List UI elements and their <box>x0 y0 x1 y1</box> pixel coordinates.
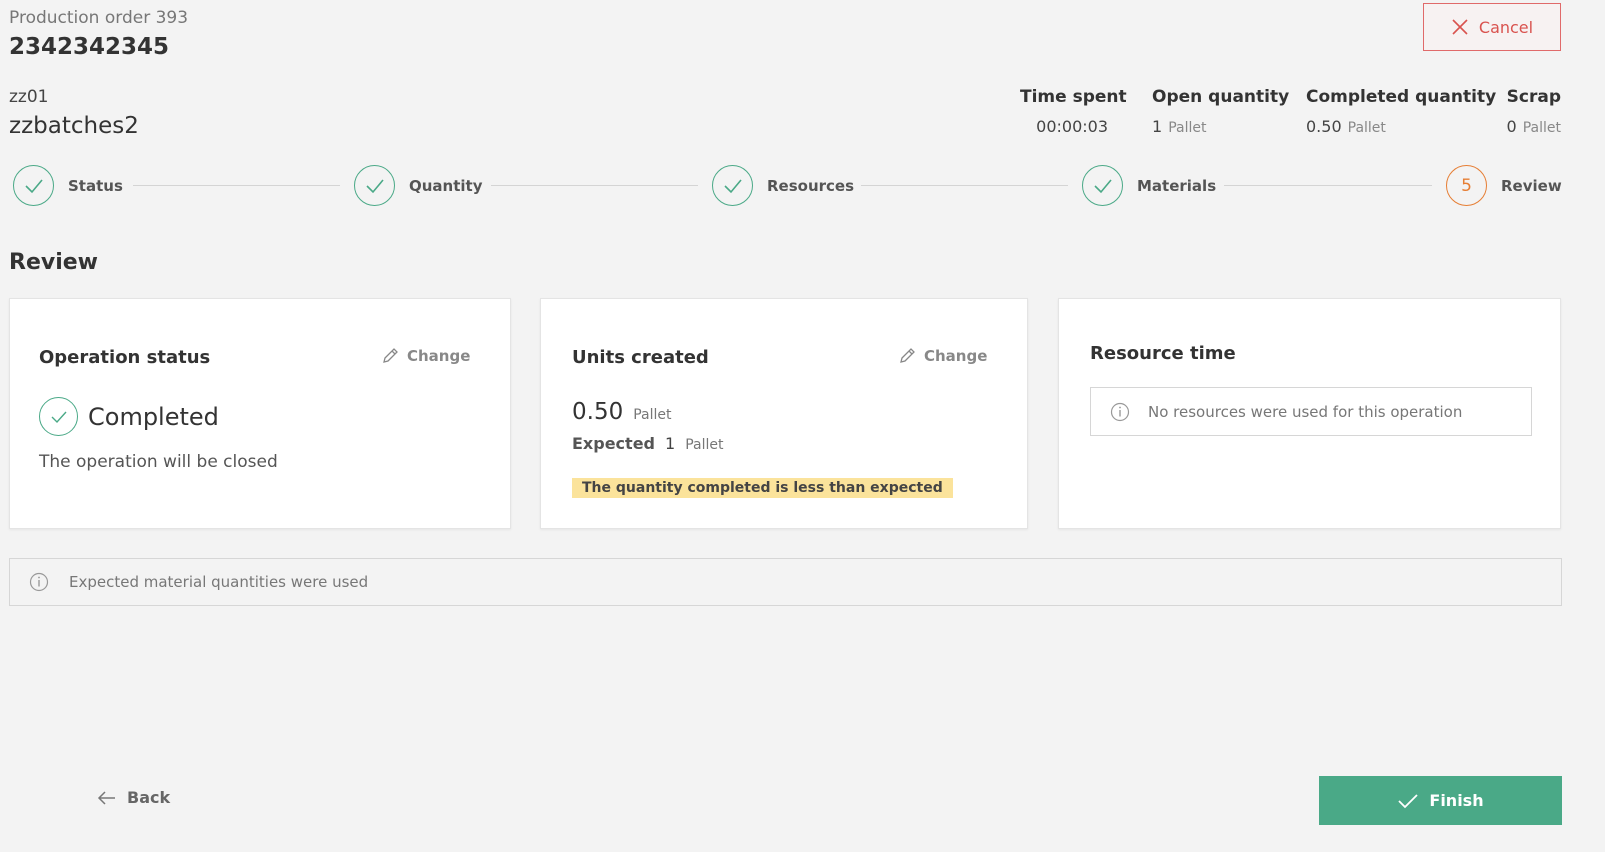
quantity-warning-badge: The quantity completed is less than expe… <box>572 478 953 498</box>
change-status-button[interactable]: Change <box>381 347 470 365</box>
step-quantity[interactable]: Quantity <box>354 165 483 206</box>
status-note: The operation will be closed <box>39 452 278 472</box>
stepper: Status Quantity Resources Materials 5 Re… <box>13 165 1588 207</box>
check-icon <box>39 397 78 436</box>
operation-status-card: Operation status Change Completed The op… <box>9 298 511 529</box>
status-row: Completed <box>39 397 219 436</box>
section-title: Review <box>9 250 98 275</box>
metric-scrap: Scrap 0 Pallet <box>1507 87 1561 136</box>
materials-info-text: Expected material quantities were used <box>69 573 369 591</box>
expected-value: 1 <box>665 434 676 453</box>
metric-unit: Pallet <box>1522 120 1561 136</box>
step-label: Resources <box>767 176 855 195</box>
change-label: Change <box>924 347 988 365</box>
change-label: Change <box>407 347 471 365</box>
step-label: Status <box>68 176 123 195</box>
close-icon <box>1452 19 1468 35</box>
order-number: 2342342345 <box>9 34 170 60</box>
expected-row: Expected 1 Pallet <box>572 434 723 453</box>
finish-button[interactable]: Finish <box>1319 776 1562 825</box>
info-icon <box>1110 402 1130 421</box>
check-icon <box>354 165 395 206</box>
step-number: 5 <box>1446 165 1487 206</box>
units-value-row: 0.50 Pallet <box>572 399 672 425</box>
metric-unit: Pallet <box>1168 120 1207 136</box>
card-title: Resource time <box>1090 343 1236 364</box>
check-icon <box>712 165 753 206</box>
check-icon <box>1398 793 1419 808</box>
pencil-icon <box>900 348 915 363</box>
change-units-button[interactable]: Change <box>898 347 987 365</box>
back-button[interactable]: Back <box>97 788 170 807</box>
step-label: Materials <box>1137 176 1217 195</box>
metric-value: 0 <box>1506 117 1517 136</box>
operation-name: zzbatches2 <box>9 113 139 139</box>
metric-label: Completed quantity <box>1306 87 1497 107</box>
pencil-icon <box>383 348 398 363</box>
expected-label: Expected <box>572 434 655 453</box>
resource-info-text: No resources were used for this operatio… <box>1148 402 1463 421</box>
step-review[interactable]: 5 Review <box>1446 165 1562 206</box>
check-icon <box>13 165 54 206</box>
metric-label: Scrap <box>1506 87 1561 107</box>
metric-label: Open quantity <box>1152 87 1290 107</box>
metric-value: 00:00:03 <box>1036 117 1108 136</box>
card-title: Units created <box>572 347 709 368</box>
operation-code: zz01 <box>9 87 49 107</box>
step-connector <box>491 185 698 186</box>
units-value: 0.50 <box>572 399 624 425</box>
step-connector <box>861 185 1068 186</box>
metric-value: 0.50 <box>1306 117 1342 136</box>
units-created-card: Units created Change 0.50 Pallet Expecte… <box>540 298 1028 529</box>
back-label: Back <box>127 788 171 807</box>
check-icon <box>1082 165 1123 206</box>
units-unit: Pallet <box>633 407 672 423</box>
metric-unit: Pallet <box>1347 120 1386 136</box>
step-status[interactable]: Status <box>13 165 123 206</box>
step-label: Quantity <box>409 176 483 195</box>
step-connector <box>1224 185 1432 186</box>
step-label: Review <box>1501 176 1562 195</box>
metric-label: Time spent <box>1020 87 1127 107</box>
status-value: Completed <box>88 402 219 431</box>
step-resources[interactable]: Resources <box>712 165 854 206</box>
expected-unit: Pallet <box>685 437 724 453</box>
cancel-button[interactable]: Cancel <box>1423 3 1561 51</box>
card-title: Operation status <box>39 347 211 368</box>
metric-time-spent: Time spent 00:00:03 <box>1020 87 1127 136</box>
order-label: Production order 393 <box>9 8 189 28</box>
resource-info-box: No resources were used for this operatio… <box>1090 387 1532 436</box>
arrow-left-icon <box>97 790 115 805</box>
resource-time-card: Resource time No resources were used for… <box>1058 298 1561 529</box>
metric-open-quantity: Open quantity 1 Pallet <box>1152 87 1289 136</box>
finish-label: Finish <box>1429 791 1484 810</box>
step-connector <box>133 185 340 186</box>
metric-value: 1 <box>1152 117 1163 136</box>
metric-completed-quantity: Completed quantity 0.50 Pallet <box>1306 87 1496 136</box>
materials-info-bar: Expected material quantities were used <box>9 558 1562 606</box>
step-materials[interactable]: Materials <box>1082 165 1216 206</box>
info-icon <box>29 572 49 592</box>
cancel-label: Cancel <box>1478 17 1534 37</box>
